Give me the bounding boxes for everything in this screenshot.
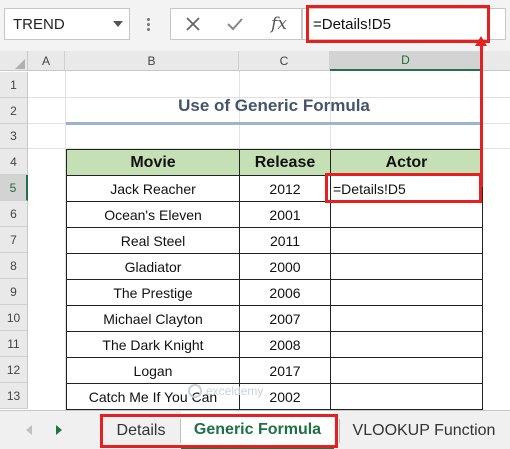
column-header-b[interactable]: B [65,51,239,71]
cell-actor[interactable] [330,383,483,410]
cell-movie[interactable]: Michael Clayton [66,305,240,332]
cell-movie[interactable]: Ocean's Eleven [66,201,240,228]
cell-release[interactable]: 2007 [239,305,331,332]
cell-release[interactable]: 2006 [239,279,331,306]
row-header[interactable]: 11 [0,331,28,357]
insert-function-button[interactable]: fx [259,9,299,39]
connector-arrow-line [480,44,483,187]
active-cell-highlight-box [325,173,482,203]
cell-release[interactable]: 2000 [239,253,331,280]
arrow-head-icon [475,36,487,46]
row-header[interactable]: 1 [0,72,28,98]
sheet-title: Use of Generic Formula [178,96,370,115]
formula-buttons: fx [170,8,302,40]
watermark-logo-icon [188,384,202,398]
cell-actor[interactable] [330,279,483,306]
cell-actor[interactable] [330,201,483,228]
cell-actor[interactable] [330,227,483,254]
table-row: Catch Me If You Can 2002 [66,383,483,410]
column-header-a[interactable]: A [28,51,65,71]
row-header[interactable]: 8 [0,253,28,279]
cell-movie[interactable]: Real Steel [66,227,240,254]
cell-actor[interactable] [330,253,483,280]
tab-separator [339,419,340,443]
prev-sheet-icon[interactable] [26,425,32,435]
watermark: exceldemy [188,384,263,398]
row-header[interactable]: 12 [0,357,28,383]
cell-release[interactable]: 2017 [239,357,331,384]
cell-release[interactable]: 2012 [239,175,331,202]
cell-movie[interactable]: Jack Reacher [66,175,240,202]
table-row: The Dark Knight 2008 [66,331,483,358]
name-box-dropdown-icon[interactable] [113,21,123,27]
tab-vlookup-function[interactable]: VLOOKUP Function [341,411,507,449]
column-header-c[interactable]: C [239,51,330,71]
table-row: Michael Clayton 2007 [66,305,483,332]
cell-release[interactable]: 2011 [239,227,331,254]
row-header[interactable]: 3 [0,124,28,149]
row-header[interactable]: 10 [0,305,28,331]
cell-actor[interactable] [330,331,483,358]
row-header[interactable]: 13 [0,383,28,409]
row-header[interactable]: 5 [0,175,28,201]
cancel-icon[interactable] [173,9,213,39]
table-row: Logan 2017 [66,357,483,384]
select-all-corner[interactable] [0,51,28,71]
formula-highlight-box [306,5,490,43]
header-movie[interactable]: Movie [66,149,240,176]
row-header[interactable]: 7 [0,227,28,253]
name-box[interactable]: TREND [4,8,130,40]
cell-release[interactable]: 2001 [239,201,331,228]
cell-actor[interactable] [330,357,483,384]
table-row: Ocean's Eleven 2001 [66,201,483,228]
cell-movie[interactable]: The Dark Knight [66,331,240,358]
table-header-row: Movie Release Actor [66,149,483,176]
row-header[interactable]: 9 [0,279,28,305]
name-box-value: TREND [13,16,65,33]
row-header[interactable]: 6 [0,201,28,227]
header-actor[interactable]: Actor [330,149,483,176]
header-release[interactable]: Release [239,149,331,176]
row-header[interactable]: 2 [0,98,28,124]
next-sheet-icon[interactable] [56,425,62,435]
cell-release[interactable]: 2008 [239,331,331,358]
column-header-d[interactable]: D [330,51,482,71]
table-row: The Prestige 2006 [66,279,483,306]
column-header-row: A B C D [0,51,510,71]
cell-movie[interactable]: The Prestige [66,279,240,306]
tabs-highlight-box [100,414,338,448]
watermark-text: exceldemy [206,384,264,398]
cell-movie[interactable]: Logan [66,357,240,384]
enter-check-icon[interactable] [215,9,255,39]
title-underline [66,122,482,125]
table-row: Real Steel 2011 [66,227,483,254]
table-row: Gladiator 2000 [66,253,483,280]
more-options-icon[interactable] [140,16,156,32]
cell-movie[interactable]: Gladiator [66,253,240,280]
row-header[interactable]: 4 [0,149,28,175]
cell-actor[interactable] [330,305,483,332]
fx-label: fx [271,14,287,34]
